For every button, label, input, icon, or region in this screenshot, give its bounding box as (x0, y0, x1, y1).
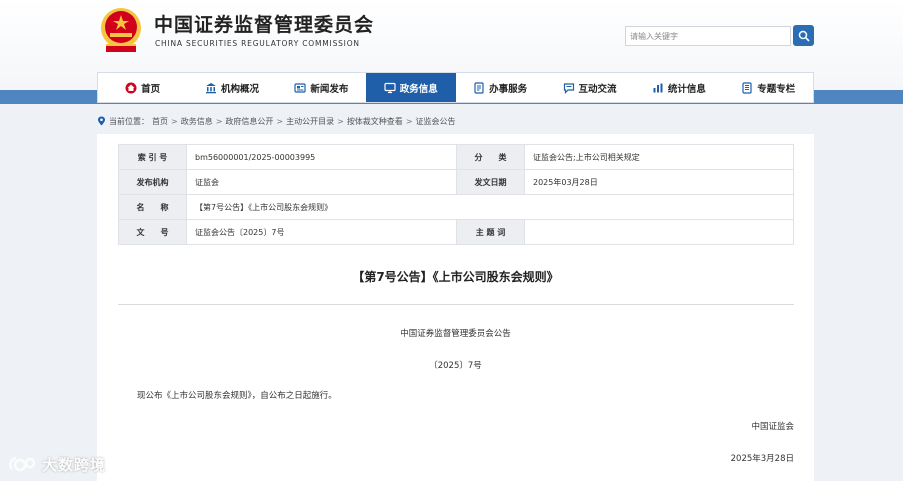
watermark-text: 大数跨境 (42, 455, 107, 474)
breadcrumb-separator: > (405, 116, 413, 126)
table-row: 名 称 【第7号公告】《上市公司股东会规则》 (118, 194, 794, 220)
content-panel: 索 引 号 bm56000001/2025-00003995 分 类 证监会公告… (97, 134, 814, 481)
breadcrumb-separator: > (171, 116, 178, 126)
name-label: 名 称 (118, 194, 187, 220)
date-label: 发文日期 (456, 169, 525, 195)
nav-item-news[interactable]: 新闻发布 (277, 73, 366, 102)
nav-item-interaction[interactable]: 互动交流 (545, 73, 634, 102)
breadcrumb-item[interactable]: 首页 (152, 116, 168, 127)
document-meta-table: 索 引 号 bm56000001/2025-00003995 分 类 证监会公告… (118, 144, 794, 245)
document-title: 【第7号公告】《上市公司股东会规则》 (352, 270, 559, 284)
nav-label: 专题专栏 (757, 83, 796, 95)
news-icon (294, 82, 307, 93)
nav-item-home[interactable]: 首页 (98, 73, 187, 102)
docno-value: 证监会公告〔2025〕7号 (186, 219, 457, 245)
nav-label: 统计信息 (667, 83, 706, 95)
nav-label: 机构概况 (221, 83, 260, 95)
breadcrumb-item[interactable]: 主动公开目录 (286, 116, 334, 127)
table-row: 发布机构 证监会 发文日期 2025年03月28日 (118, 169, 794, 195)
breadcrumb-separator: > (276, 116, 284, 126)
signature-organization: 中国证监会 (751, 422, 794, 432)
docno-label: 文 号 (118, 219, 187, 245)
subject-value (524, 219, 794, 245)
nav-item-government-info[interactable]: 政务信息 (366, 73, 456, 102)
nav-label: 新闻发布 (310, 83, 349, 95)
search-button[interactable] (793, 25, 814, 46)
nav-label: 互动交流 (578, 83, 617, 95)
breadcrumb-item[interactable]: 按体裁文种查看 (347, 116, 403, 127)
table-row: 文 号 证监会公告〔2025〕7号 主 题 词 (118, 219, 794, 245)
nav-item-statistics[interactable]: 统计信息 (634, 73, 723, 102)
table-row: 索 引 号 bm56000001/2025-00003995 分 类 证监会公告… (118, 144, 794, 170)
document-number: 〔2025〕7号 (429, 361, 482, 371)
site-title[interactable]: 中国证券监督管理委员会 (154, 10, 374, 37)
breadcrumb-item[interactable]: 政务信息 (181, 116, 213, 127)
national-emblem-icon (101, 8, 141, 52)
location-pin-icon (98, 116, 105, 126)
building-icon (206, 82, 217, 93)
search-input[interactable] (625, 26, 791, 46)
title-divider (118, 304, 794, 305)
nav-item-organization[interactable]: 机构概况 (187, 73, 276, 102)
chat-icon (563, 82, 574, 94)
home-icon (125, 82, 137, 93)
breadcrumb: 当前位置： 首页 > 政务信息 > 政府信息公开 > 主动公开目录 > 按体裁文… (97, 114, 456, 128)
document-issuer: 中国证券监督管理委员会公告 (400, 329, 511, 339)
nav-label: 政务信息 (399, 83, 438, 95)
breadcrumb-item[interactable]: 证监会公告 (416, 116, 456, 127)
signature-date: 2025年3月28日 (730, 454, 794, 464)
index-value: bm56000001/2025-00003995 (186, 144, 457, 170)
publisher-value: 证监会 (186, 169, 457, 195)
breadcrumb-separator: > (337, 116, 344, 126)
site-title-english: CHINA SECURITIES REGULATORY COMMISSION (155, 39, 360, 48)
breadcrumb-prefix: 当前位置： (109, 116, 149, 126)
topic-icon (742, 81, 752, 94)
index-label: 索 引 号 (118, 144, 187, 170)
nav-item-services[interactable]: 办事服务 (456, 73, 545, 102)
watermark-logo-icon (9, 456, 36, 472)
watermark: 大数跨境 (8, 452, 106, 476)
chart-icon (653, 83, 663, 92)
name-value: 【第7号公告】《上市公司股东会规则》 (186, 194, 794, 220)
category-label: 分 类 (456, 144, 525, 170)
nav-item-topics[interactable]: 专题专栏 (724, 73, 813, 102)
nav-label: 办事服务 (489, 83, 528, 95)
main-nav: 首页 机构概况 新闻发布 政务信息 办事服务 互动交流 统计信息 专题专栏 (97, 72, 814, 103)
search-icon (798, 30, 810, 42)
breadcrumb-separator: > (215, 116, 223, 126)
publisher-label: 发布机构 (118, 169, 187, 195)
monitor-icon (384, 82, 396, 93)
nav-label: 首页 (141, 83, 161, 95)
service-icon (474, 81, 484, 94)
subject-label: 主 题 词 (456, 219, 525, 245)
document-body: 现公布《上市公司股东会规则》，自公布之日起施行。 (137, 391, 337, 401)
breadcrumb-item[interactable]: 政府信息公开 (225, 116, 273, 127)
date-value: 2025年03月28日 (524, 169, 794, 195)
category-value: 证监会公告;上市公司相关规定 (524, 144, 794, 170)
